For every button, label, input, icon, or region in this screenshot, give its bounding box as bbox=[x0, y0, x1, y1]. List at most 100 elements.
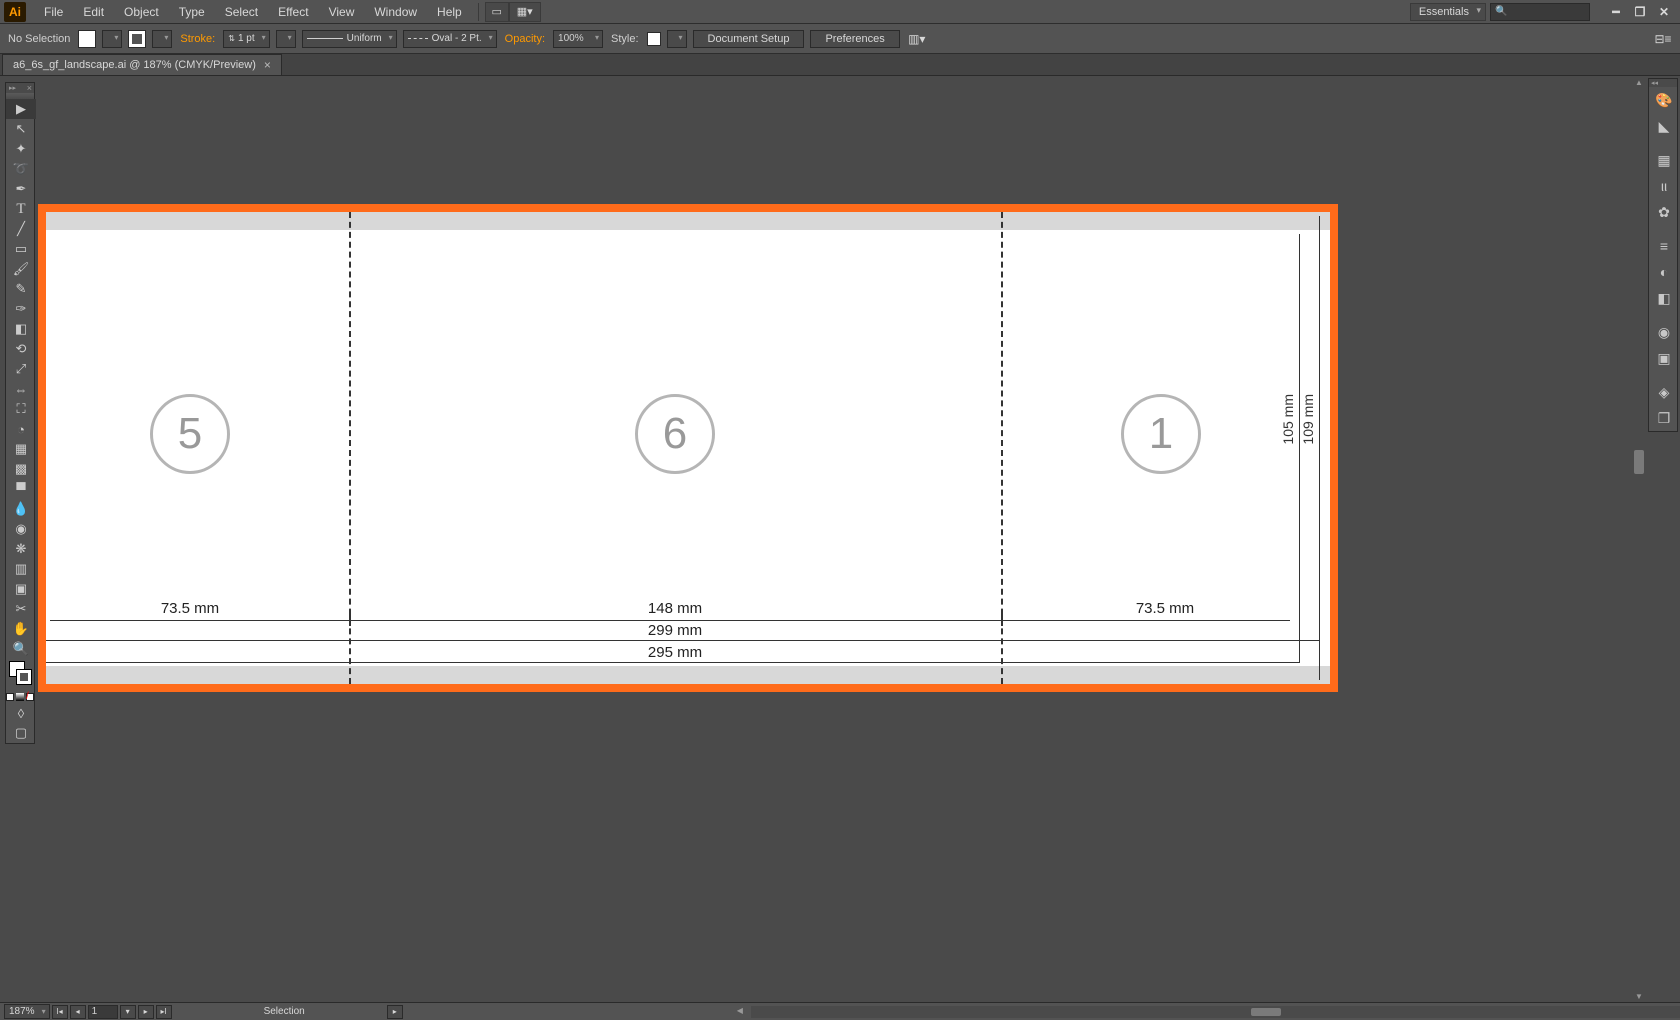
document-setup-button[interactable]: Document Setup bbox=[693, 30, 805, 48]
align-panel-icon[interactable]: ▥▾ bbox=[906, 30, 928, 48]
draw-mode-button[interactable]: ◊ bbox=[6, 703, 36, 723]
scroll-down-icon[interactable]: ▼ bbox=[1632, 990, 1646, 1002]
window-minimize[interactable]: ━ bbox=[1604, 3, 1628, 21]
vertical-scrollbar[interactable]: ▲ ▼ bbox=[1632, 76, 1646, 1002]
panel-menu-icon[interactable]: ⊟≡ bbox=[1652, 30, 1674, 48]
menu-effect[interactable]: Effect bbox=[268, 0, 318, 24]
preferences-button[interactable]: Preferences bbox=[810, 30, 899, 48]
shape-builder-tool[interactable]: ◔ bbox=[6, 419, 36, 439]
menu-select[interactable]: Select bbox=[215, 0, 268, 24]
artboard-number-field[interactable] bbox=[88, 1005, 118, 1019]
workspace-dropdown[interactable]: Essentials bbox=[1410, 3, 1486, 21]
window-maximize[interactable]: ❐ bbox=[1628, 3, 1652, 21]
line-tool[interactable]: ╱ bbox=[6, 219, 36, 239]
color-panel-icon[interactable]: 🎨 bbox=[1649, 87, 1679, 113]
search-input[interactable]: 🔍 bbox=[1490, 3, 1590, 21]
pencil-tool[interactable]: ✎ bbox=[6, 279, 36, 299]
rectangle-tool[interactable]: ▭ bbox=[6, 239, 36, 259]
color-mode-solid[interactable] bbox=[6, 693, 14, 701]
menu-file[interactable]: File bbox=[34, 0, 73, 24]
color-guide-panel-icon[interactable]: ◣ bbox=[1649, 113, 1679, 139]
status-menu-button[interactable]: ▸ bbox=[387, 1005, 403, 1019]
stroke-weight-dropdown[interactable]: ⇅1 pt bbox=[223, 30, 269, 48]
free-transform-tool[interactable]: ⛶ bbox=[6, 399, 36, 419]
scrollbar-thumb[interactable] bbox=[1634, 450, 1644, 474]
selection-tool[interactable]: ▶ bbox=[6, 99, 36, 119]
style-swatch[interactable] bbox=[647, 32, 661, 46]
menu-window[interactable]: Window bbox=[364, 0, 427, 24]
menu-type[interactable]: Type bbox=[169, 0, 215, 24]
hand-tool[interactable]: ✋ bbox=[6, 619, 36, 639]
color-mode-none[interactable]: / bbox=[26, 693, 34, 701]
stroke-panel-icon[interactable]: ≡ bbox=[1649, 233, 1679, 259]
opacity-dropdown[interactable] bbox=[553, 30, 603, 48]
scrollbar-thumb[interactable] bbox=[1251, 1008, 1281, 1016]
symbols-panel-icon[interactable]: ✿ bbox=[1649, 199, 1679, 225]
eraser-tool[interactable]: ◧ bbox=[6, 319, 36, 339]
panel-collapse-grip[interactable]: ◂◂ bbox=[1649, 79, 1677, 87]
panel-grip[interactable]: ▸▸× bbox=[6, 83, 34, 93]
layers-panel-icon[interactable]: ◈ bbox=[1649, 379, 1679, 405]
scroll-up-icon[interactable]: ▲ bbox=[1632, 76, 1646, 88]
rotate-tool[interactable]: ⟲ bbox=[6, 339, 36, 359]
swatches-panel-icon[interactable]: ▦ bbox=[1649, 147, 1679, 173]
brushes-panel-icon[interactable]: ιι bbox=[1649, 173, 1679, 199]
fill-dropdown[interactable] bbox=[102, 30, 122, 48]
fill-stroke-control[interactable] bbox=[6, 659, 36, 691]
artboard-nav-dropdown[interactable]: ▾ bbox=[120, 1005, 136, 1019]
zoom-dropdown[interactable]: 187% bbox=[4, 1004, 50, 1019]
var-width-profile-dropdown[interactable] bbox=[276, 30, 296, 48]
horizontal-scrollbar[interactable]: ◀ ▶ bbox=[751, 1006, 1680, 1018]
close-icon[interactable]: × bbox=[264, 58, 271, 72]
eyedropper-tool[interactable]: 💧 bbox=[6, 499, 36, 519]
canvas-viewport[interactable]: 109 mm 105 mm 5 6 1 73.5 mm 148 mm 73.5 … bbox=[38, 76, 1646, 1002]
artboard-last-button[interactable]: ▸I bbox=[156, 1005, 172, 1019]
color-mode-gradient[interactable] bbox=[16, 693, 24, 701]
perspective-tool[interactable]: ▦ bbox=[6, 439, 36, 459]
screen-mode-button[interactable]: ▢ bbox=[6, 723, 36, 743]
menu-view[interactable]: View bbox=[319, 0, 365, 24]
stepper-icon[interactable]: ⇅ bbox=[228, 34, 235, 43]
lasso-tool[interactable]: ➰ bbox=[6, 159, 36, 179]
window-close[interactable]: ✕ bbox=[1652, 3, 1676, 21]
artboards-panel-icon[interactable]: ❐ bbox=[1649, 405, 1679, 431]
paintbrush-tool[interactable]: 🖌 bbox=[6, 259, 36, 279]
appearance-panel-icon[interactable]: ◉ bbox=[1649, 319, 1679, 345]
pen-tool[interactable]: ✒ bbox=[6, 179, 36, 199]
artboard-tool[interactable]: ▣ bbox=[6, 579, 36, 599]
stroke-indicator[interactable] bbox=[16, 669, 32, 685]
opacity-field[interactable] bbox=[558, 33, 588, 44]
fill-swatch[interactable] bbox=[78, 30, 96, 48]
slice-tool[interactable]: ✂ bbox=[6, 599, 36, 619]
graph-tool[interactable]: ▥ bbox=[6, 559, 36, 579]
transparency-panel-icon[interactable]: ◧ bbox=[1649, 285, 1679, 311]
width-tool[interactable]: ⇔ bbox=[6, 379, 36, 399]
type-tool[interactable]: T bbox=[6, 199, 36, 219]
magic-wand-tool[interactable]: ✦ bbox=[6, 139, 36, 159]
stroke-swatch[interactable] bbox=[128, 30, 146, 48]
gradient-tool[interactable]: ▀ bbox=[6, 479, 36, 499]
menu-object[interactable]: Object bbox=[114, 0, 169, 24]
artboard-next-button[interactable]: ▸ bbox=[138, 1005, 154, 1019]
gradient-panel-icon[interactable]: ◐ bbox=[1649, 259, 1679, 285]
artboard-prev-button[interactable]: ◂ bbox=[70, 1005, 86, 1019]
stroke-profile-dropdown[interactable]: Uniform bbox=[302, 30, 397, 48]
layout-icon-button[interactable]: ▭ bbox=[485, 2, 509, 22]
artboard-first-button[interactable]: I◂ bbox=[52, 1005, 68, 1019]
arrange-docs-button[interactable]: ▦▾ bbox=[509, 2, 541, 22]
blob-brush-tool[interactable]: ✑ bbox=[6, 299, 36, 319]
stroke-dropdown[interactable] bbox=[152, 30, 172, 48]
document-tab[interactable]: a6_6s_gf_landscape.ai @ 187% (CMYK/Previ… bbox=[2, 54, 282, 75]
scroll-left-icon[interactable]: ◀ bbox=[737, 1006, 743, 1015]
direct-selection-tool[interactable]: ↖ bbox=[6, 119, 36, 139]
menu-edit[interactable]: Edit bbox=[73, 0, 114, 24]
mesh-tool[interactable]: ▩ bbox=[6, 459, 36, 479]
symbol-sprayer-tool[interactable]: ❋ bbox=[6, 539, 36, 559]
zoom-tool[interactable]: 🔍 bbox=[6, 639, 36, 659]
scale-tool[interactable]: ⤢ bbox=[6, 359, 36, 379]
blend-tool[interactable]: ◉ bbox=[6, 519, 36, 539]
menu-help[interactable]: Help bbox=[427, 0, 472, 24]
brush-dropdown[interactable]: Oval - 2 Pt. bbox=[403, 30, 497, 48]
graphic-styles-panel-icon[interactable]: ▣ bbox=[1649, 345, 1679, 371]
style-dropdown[interactable] bbox=[667, 30, 687, 48]
